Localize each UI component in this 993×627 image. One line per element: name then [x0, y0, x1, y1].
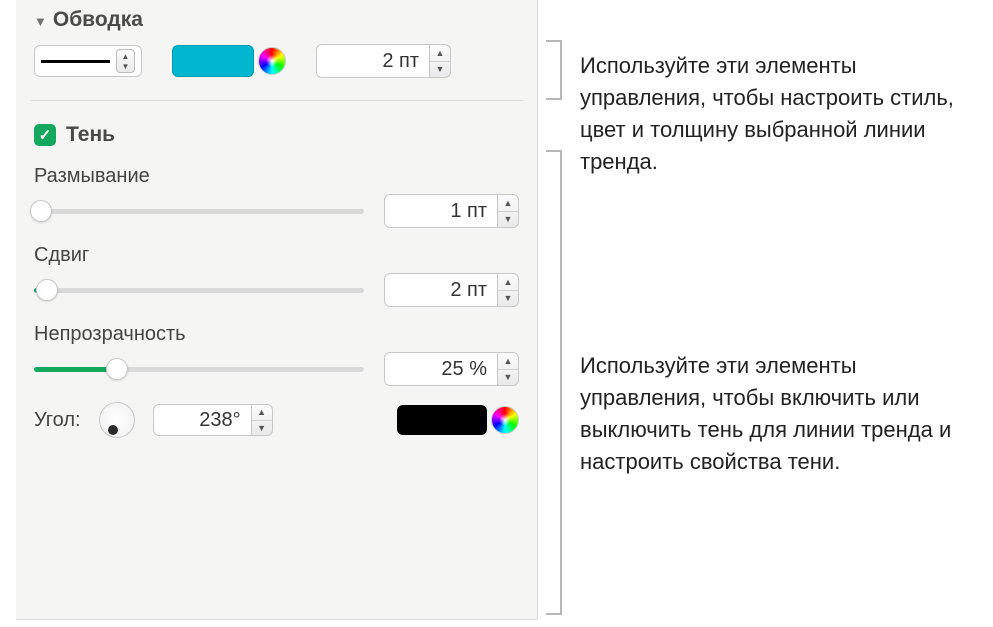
stepper-buttons[interactable]: ▲ ▼: [429, 44, 451, 78]
stepper-buttons[interactable]: ▲ ▼: [497, 273, 519, 307]
stroke-thickness-input[interactable]: 2 пт: [316, 44, 429, 78]
callout-bracket-shadow: [548, 150, 562, 615]
angle-stepper[interactable]: 238° ▲ ▼: [153, 404, 273, 436]
callout-shadow-text: Используйте эти элементы управления, что…: [580, 350, 980, 478]
line-style-dropdown[interactable]: ▲▼: [34, 45, 142, 77]
line-sample-icon: [41, 60, 110, 63]
offset-label: Сдвиг: [34, 244, 519, 267]
opacity-label: Непрозрачность: [34, 323, 519, 346]
shadow-section-header: ✓ Тень: [34, 123, 519, 147]
stroke-color-well[interactable]: [172, 45, 254, 77]
stepper-down-icon[interactable]: ▼: [498, 212, 518, 228]
offset-input[interactable]: 2 пт: [384, 273, 497, 307]
stepper-up-icon[interactable]: ▲: [498, 353, 518, 370]
blur-group: Размывание 1 пт ▲ ▼: [34, 165, 519, 228]
offset-slider[interactable]: [34, 276, 364, 304]
color-wheel-icon[interactable]: [491, 406, 519, 434]
dropdown-icon: ▲▼: [116, 49, 135, 73]
angle-input[interactable]: 238°: [153, 404, 251, 436]
opacity-group: Непрозрачность 25 % ▲ ▼: [34, 323, 519, 386]
stepper-up-icon[interactable]: ▲: [498, 195, 518, 212]
opacity-stepper[interactable]: 25 % ▲ ▼: [384, 352, 519, 386]
shadow-color-well[interactable]: [397, 405, 487, 435]
stepper-up-icon[interactable]: ▲: [498, 274, 518, 291]
angle-indicator-icon: [108, 425, 118, 435]
offset-stepper[interactable]: 2 пт ▲ ▼: [384, 273, 519, 307]
stepper-buttons[interactable]: ▲ ▼: [497, 352, 519, 386]
stroke-thickness-stepper[interactable]: 2 пт ▲ ▼: [316, 44, 451, 78]
stepper-down-icon[interactable]: ▼: [498, 291, 518, 307]
stepper-buttons[interactable]: ▲ ▼: [251, 404, 273, 436]
stroke-controls-row: ▲▼ 2 пт ▲ ▼: [34, 44, 519, 78]
divider: [30, 100, 523, 101]
stepper-up-icon[interactable]: ▲: [252, 405, 272, 421]
stepper-up-icon[interactable]: ▲: [430, 45, 450, 62]
inspector-panel: ▼ Обводка ▲▼ 2 пт ▲ ▼ ✓ Тень Размывание: [16, 0, 538, 620]
offset-group: Сдвиг 2 пт ▲ ▼: [34, 244, 519, 307]
stroke-title: Обводка: [53, 8, 143, 32]
angle-label: Угол:: [34, 409, 81, 432]
blur-input[interactable]: 1 пт: [384, 194, 497, 228]
shadow-checkbox[interactable]: ✓: [34, 124, 56, 146]
stepper-down-icon[interactable]: ▼: [252, 421, 272, 436]
stepper-down-icon[interactable]: ▼: [498, 370, 518, 386]
blur-stepper[interactable]: 1 пт ▲ ▼: [384, 194, 519, 228]
stepper-down-icon[interactable]: ▼: [430, 62, 450, 78]
callout-stroke-text: Используйте эти элементы управления, что…: [580, 50, 980, 178]
angle-row: Угол: 238° ▲ ▼: [34, 402, 519, 438]
opacity-slider[interactable]: [34, 355, 364, 383]
blur-label: Размывание: [34, 165, 519, 188]
shadow-color-group: [397, 405, 519, 435]
stepper-buttons[interactable]: ▲ ▼: [497, 194, 519, 228]
angle-dial[interactable]: [99, 402, 135, 438]
stroke-color-group: [172, 45, 286, 77]
callout-bracket-stroke: [548, 40, 562, 100]
opacity-input[interactable]: 25 %: [384, 352, 497, 386]
chevron-down-icon: ▼: [34, 14, 47, 29]
blur-slider[interactable]: [34, 197, 364, 225]
color-wheel-icon[interactable]: [258, 47, 286, 75]
shadow-title: Тень: [66, 123, 115, 147]
stroke-section-header[interactable]: ▼ Обводка: [34, 8, 519, 32]
